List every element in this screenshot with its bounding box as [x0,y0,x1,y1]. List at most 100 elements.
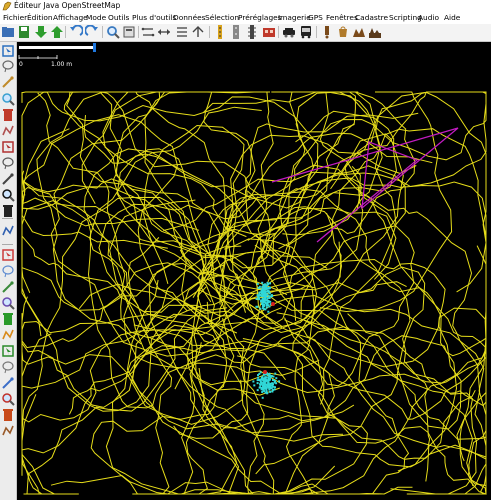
highway-icon[interactable] [229,25,243,39]
osm-node [261,388,264,391]
select-tool-icon[interactable] [1,44,15,58]
osm-node [268,378,271,381]
split-icon[interactable] [157,25,171,39]
gps-icon[interactable] [1,392,15,406]
osm-node [256,282,259,285]
road-icon[interactable] [213,25,227,39]
tool-sidebar [0,42,17,500]
draw-icon[interactable] [1,75,15,89]
railway-icon[interactable] [245,25,259,39]
expand-arrow-icon[interactable] [1,204,15,218]
filter-icon[interactable] [1,328,15,342]
camera-icon[interactable] [1,172,15,186]
redo-icon[interactable] [85,25,99,39]
gps-track [300,128,487,348]
bus-icon[interactable] [299,25,313,39]
osm-node [262,307,265,310]
download-icon[interactable] [34,25,48,39]
building-icon[interactable] [262,25,276,39]
marker-point[interactable] [263,370,267,374]
menu-affichage[interactable]: Affichage [53,13,88,22]
marker-point[interactable] [271,302,275,306]
check-icon[interactable] [1,344,15,358]
menu-plus-d-outils[interactable]: Plus d'outils [132,13,176,22]
osm-node [269,282,271,285]
menu-bar: Fichier Édition Affichage Mode Outils Plus d'… [0,12,491,24]
changeset-icon[interactable] [1,376,15,390]
menu-audio[interactable]: Audio [418,13,439,22]
menu-données[interactable]: Données [173,13,206,22]
reverse-icon[interactable] [191,25,205,39]
menu-gps[interactable]: GPS [308,13,323,22]
menu-mode[interactable]: Mode [86,13,106,22]
osm-node [257,296,260,299]
osm-node [261,289,264,292]
osm-node [253,384,256,387]
menu-imagerie[interactable]: Imagerie [278,13,311,22]
osm-node [256,379,259,382]
shop-icon[interactable] [336,25,350,39]
osm-node [252,380,255,383]
toolbar-separator [102,26,103,38]
scale-zero-label: 0 [19,61,23,68]
osm-node [261,396,264,399]
validation-icon[interactable] [1,248,15,262]
car-icon[interactable] [282,25,296,39]
osm-node [269,375,272,378]
combine-icon[interactable] [175,25,189,39]
landuse-icon[interactable] [368,25,382,39]
map-paint-icon[interactable] [1,312,15,326]
gps-track [23,307,228,495]
undo-icon[interactable] [69,25,83,39]
gps-track [123,237,487,462]
zoom-tool-icon[interactable] [1,92,15,106]
menu-fichier[interactable]: Fichier [3,13,27,22]
location-icon[interactable] [1,408,15,422]
improve-way-icon[interactable] [1,124,15,138]
osm-node [268,385,271,388]
osm-node [265,387,268,390]
note-icon[interactable] [1,188,15,202]
tourism-icon[interactable] [352,25,366,39]
menu-outils[interactable]: Outils [108,13,129,22]
osm-node [256,382,259,385]
map-view[interactable]: 0 1.00 m [17,42,491,500]
osm-node [278,380,281,383]
amenity-icon[interactable] [320,25,334,39]
save-icon[interactable] [17,25,31,39]
align-icon[interactable] [141,25,155,39]
selected-way[interactable] [271,127,459,243]
zoom-icon[interactable] [106,25,120,39]
menu-sélection[interactable]: Sélection [205,13,239,22]
osm-node [261,295,264,297]
open-file-icon[interactable] [1,25,15,39]
tags-icon[interactable] [1,264,15,278]
lasso-icon[interactable] [1,59,15,73]
upload-icon[interactable] [50,25,64,39]
layers-icon[interactable] [1,224,15,238]
menu-préréglages[interactable]: Préréglages [238,13,282,22]
gps-track [112,91,242,255]
osm-node [261,281,264,284]
menu-scripting[interactable]: Scripting [389,13,422,22]
menu-cadastre[interactable]: Cadastre [355,13,388,22]
menu-fenêtres[interactable]: Fenêtres [326,13,358,22]
toolbar-separator [278,26,279,38]
preferences-icon[interactable] [122,25,136,39]
parallel-icon[interactable] [1,140,15,154]
menu-édition[interactable]: Édition [27,13,53,22]
osm-node [263,300,266,303]
gps-track [282,91,487,293]
toolbar-separator [138,26,139,38]
notes-panel-icon[interactable] [1,424,15,438]
relation-icon[interactable] [1,280,15,294]
measure-icon[interactable] [1,156,15,170]
menu-aide[interactable]: Aide [444,13,460,22]
funnel-icon[interactable] [1,360,15,374]
osm-node [262,292,265,295]
delete-tool-icon[interactable] [1,108,15,122]
osm-node [272,379,274,381]
osm-node [258,386,261,389]
history-icon[interactable] [1,296,15,310]
osm-node [264,391,267,394]
